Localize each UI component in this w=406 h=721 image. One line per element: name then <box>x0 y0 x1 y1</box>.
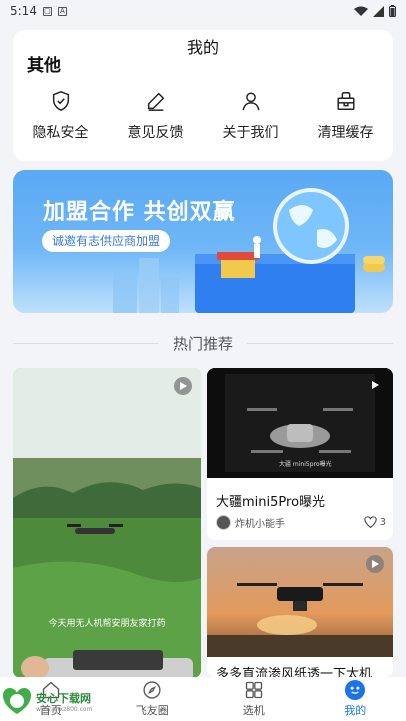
watermark-logo-icon <box>3 688 31 714</box>
download-icon: A <box>57 6 67 16</box>
feedback-button[interactable]: 意见反馈 <box>108 90 203 142</box>
play-icon <box>372 381 379 389</box>
drone-field-image <box>13 368 201 678</box>
video-play-badge <box>174 377 192 395</box>
author-avatar[interactable] <box>216 514 231 530</box>
page-title: 我的 <box>186 38 219 57</box>
wifi-icon <box>354 6 368 16</box>
about-us-label: 关于我们 <box>222 125 279 141</box>
edit-pen-icon <box>147 92 164 111</box>
cache-box-icon <box>336 92 355 110</box>
other-section-title: 其他 <box>27 56 61 76</box>
feed-card-meta: 炸机小能手 3 <box>216 514 386 530</box>
video-play-badge <box>366 376 384 394</box>
tab-pilot-circle[interactable]: 飞友圈 <box>102 677 204 721</box>
other-card: 我的 其他 隐私安全 意见反馈 关于我们 清理缓存 <box>13 30 393 161</box>
clear-cache-label: 清理缓存 <box>317 125 374 141</box>
banner-cta[interactable]: 诚邀有志供应商加盟 <box>42 230 171 252</box>
status-bar: 5:14 ▢ A <box>0 0 406 22</box>
feed-card-title: 大疆mini5Pro曝光 <box>216 495 326 510</box>
heart-icon <box>363 516 377 528</box>
video-play-badge <box>366 555 384 573</box>
privacy-security-label: 隐私安全 <box>32 125 89 141</box>
battery-icon <box>389 5 396 17</box>
site-watermark: 安心下载网 www.anxz800.com <box>2 686 92 716</box>
like-button[interactable]: 3 <box>363 516 386 528</box>
compass-icon <box>143 681 161 699</box>
person-icon <box>241 92 260 111</box>
play-icon <box>180 382 187 390</box>
privacy-security-button[interactable]: 隐私安全 <box>13 90 108 142</box>
tab-choose-drone[interactable]: 选机 <box>203 677 305 721</box>
author-name[interactable]: 炸机小能手 <box>235 515 285 530</box>
feed-card-title: 多多直流渗风纸透一下太机 <box>216 667 373 677</box>
recommend-divider: 热门推荐 <box>13 331 394 355</box>
banner-title: 加盟合作 共创双赢 <box>43 200 236 225</box>
about-us-button[interactable]: 关于我们 <box>203 90 298 142</box>
other-actions: 隐私安全 意见反馈 关于我们 清理缓存 <box>13 90 393 142</box>
clear-cache-button[interactable]: 清理缓存 <box>298 90 393 142</box>
tab-mine[interactable]: 我的 <box>305 677 406 721</box>
divider-line-left <box>13 342 159 344</box>
feed-card-drone-spraying[interactable]: 今天用无人机帮安朋友家打药 <box>13 368 201 678</box>
tab-mine-label: 我的 <box>344 704 367 717</box>
grid-icon <box>245 681 262 699</box>
play-icon <box>372 560 379 568</box>
feed-card-caption: 今天用无人机帮安朋友家打药 <box>48 619 166 629</box>
like-count: 3 <box>379 516 386 528</box>
notification-icon: ▢ <box>42 6 52 16</box>
shield-check-icon <box>52 91 69 111</box>
mini5pro-thumbnail: 大疆 mini5pro曝光 <box>207 368 393 478</box>
feed-card-sunset-drone[interactable]: 多多直流渗风纸透一下太机 <box>207 547 393 677</box>
divider-line-right <box>247 342 394 344</box>
thumb-overlay-text: 大疆 mini5pro曝光 <box>279 460 332 468</box>
profile-icon <box>345 680 366 700</box>
partnership-banner[interactable]: 加盟合作 共创双赢 诚邀有志供应商加盟 <box>13 170 393 313</box>
signal-icon <box>373 5 384 17</box>
watermark-name: 安心下载网 <box>36 691 91 705</box>
recommend-title: 热门推荐 <box>173 334 234 353</box>
feedback-label: 意见反馈 <box>127 125 184 141</box>
watermark-url: www.anxz800.com <box>36 705 93 713</box>
status-time: 5:14 <box>10 4 37 18</box>
tab-choose-drone-label: 选机 <box>242 704 265 717</box>
tab-pilot-circle-label: 飞友圈 <box>135 704 169 717</box>
feed-card-mini5pro[interactable]: 大疆 mini5pro曝光 大疆mini5Pro曝光 炸机小能手 3 <box>207 368 393 540</box>
